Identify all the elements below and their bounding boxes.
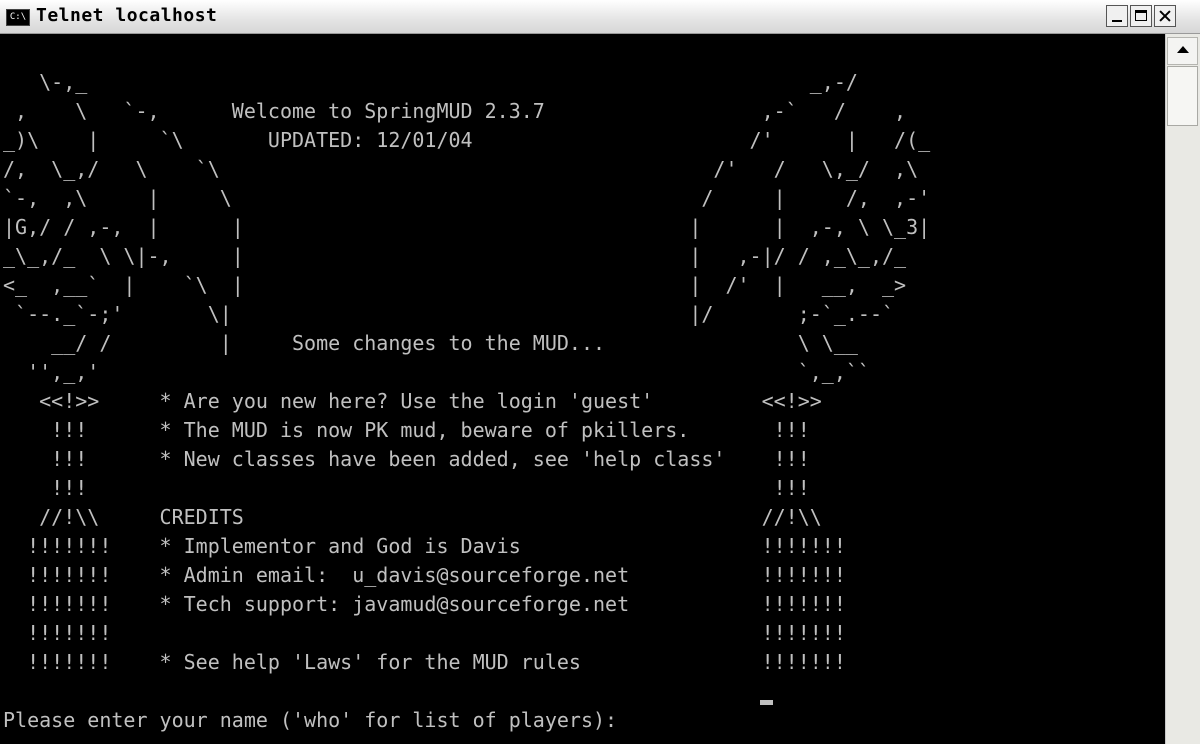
vertical-scrollbar[interactable] [1165, 34, 1200, 744]
console-line: , \ `-, Welcome to SpringMUD 2.3.7 ,-` /… [3, 99, 907, 123]
title-bar[interactable]: C:\ Telnet localhost [0, 0, 1200, 34]
console-line: /, \_,/ \ `\ /' / \,_/ ,\ [3, 157, 919, 181]
window-title: Telnet localhost [36, 5, 218, 26]
console-line: !!!!!!! * Tech support: javamud@sourcefo… [3, 592, 846, 616]
console-line: !!! !!! [3, 476, 810, 500]
console-line: <<!>> * Are you new here? Use the login … [3, 389, 822, 413]
close-button[interactable] [1154, 5, 1176, 27]
console-line: `-, ,\ | \ / | /, ,-' [3, 186, 931, 210]
console-line: \-,_ _,-/ [3, 70, 858, 94]
console-line: __/ / | Some changes to the MUD... \ \__ [3, 331, 858, 355]
console-line: _\_,/_ \ \|-, | | ,-|/ / ,_\_,/_ [3, 244, 907, 268]
console-line: `--._`-;' \| |/ ;-`_.--` [3, 302, 895, 326]
console-line: <_ ,__` | `\ | | /' | __, _> [3, 273, 907, 297]
console-line: //!\\ CREDITS //!\\ [3, 505, 822, 529]
console-app-icon[interactable]: C:\ [6, 9, 30, 26]
console-line: |G,/ / ,-, | | | | ,-, \ \_3| [3, 215, 931, 239]
console-line: !!!!!!! * Implementor and God is Davis !… [3, 534, 846, 558]
console-text: \-,_ _,-/ , \ `-, Welcome to SpringMUD 2… [3, 68, 930, 735]
console-output[interactable]: \-,_ _,-/ , \ `-, Welcome to SpringMUD 2… [0, 34, 1165, 744]
maximize-button[interactable] [1130, 5, 1152, 27]
console-line: !!! * New classes have been added, see '… [3, 447, 810, 471]
scrollbar-thumb[interactable] [1167, 66, 1198, 126]
console-line: Please enter your name ('who' for list o… [3, 708, 630, 732]
console-line: !!! * The MUD is now PK mud, beware of p… [3, 418, 810, 442]
telnet-window: C:\ Telnet localhost \-,_ _,-/ , \ `-, W… [0, 0, 1200, 744]
console-line: '',_,' `,_,`` [3, 360, 870, 384]
scroll-up-arrow-icon[interactable] [1167, 37, 1198, 65]
console-line: !!!!!!! * Admin email: u_davis@sourcefor… [3, 563, 846, 587]
console-line: _)\ | `\ UPDATED: 12/01/04 /' | /(_ [3, 128, 931, 152]
text-cursor [760, 700, 773, 705]
console-line: !!!!!!! * See help 'Laws' for the MUD ru… [3, 650, 846, 674]
console-line: !!!!!!! !!!!!!! [3, 621, 846, 645]
minimize-button[interactable] [1106, 5, 1128, 27]
